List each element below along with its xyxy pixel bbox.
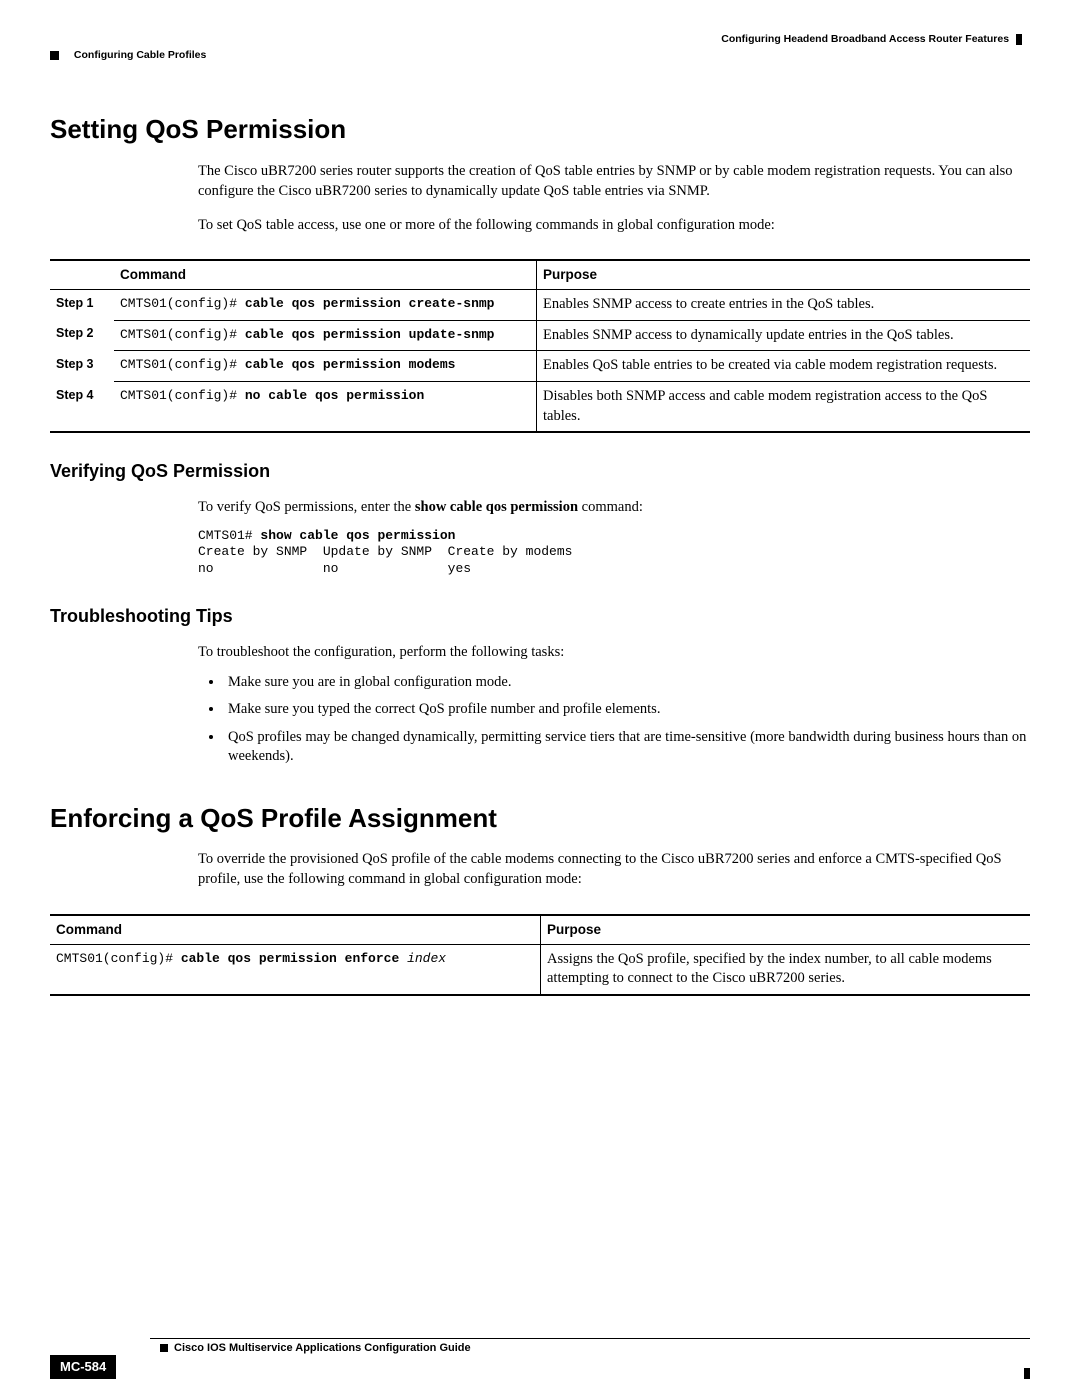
header-bar-icon [1016, 34, 1022, 45]
page-number-badge: MC-584 [50, 1355, 116, 1379]
command-cell: CMTS01(config)# cable qos permission enf… [50, 944, 541, 995]
table-row: Step 2 CMTS01(config)# cable qos permiss… [50, 320, 1030, 351]
list-item: QoS profiles may be changed dynamically,… [224, 728, 1030, 767]
para-enforce: To override the provisioned QoS profile … [198, 850, 1022, 889]
col-step [50, 260, 114, 290]
chapter-title: Configuring Headend Broadband Access Rou… [721, 33, 1009, 45]
step-label: Step 3 [50, 351, 114, 382]
step-label: Step 2 [50, 320, 114, 351]
footer-square-icon [160, 1344, 168, 1352]
code-show-qos: CMTS01# show cable qos permission Create… [198, 528, 1030, 579]
heading-verifying: Verifying QoS Permission [50, 459, 1030, 483]
step-label: Step 1 [50, 290, 114, 321]
col-purpose: Purpose [541, 915, 1031, 945]
purpose-cell: Assigns the QoS profile, specified by th… [541, 944, 1031, 995]
purpose-cell: Enables SNMP access to dynamically updat… [537, 320, 1031, 351]
para-s1-1: The Cisco uBR7200 series router supports… [198, 162, 1022, 201]
header-square-icon [50, 51, 59, 60]
list-item: Make sure you are in global configuratio… [224, 673, 1030, 693]
troubleshoot-list: Make sure you are in global configuratio… [198, 673, 1030, 767]
purpose-cell: Disables both SNMP access and cable mode… [537, 382, 1031, 433]
heading-enforcing: Enforcing a QoS Profile Assignment [50, 801, 1030, 836]
heading-troubleshooting: Troubleshooting Tips [50, 604, 1030, 628]
command-cell: CMTS01(config)# cable qos permission upd… [114, 320, 537, 351]
command-cell: CMTS01(config)# cable qos permission cre… [114, 290, 537, 321]
running-header-left: Configuring Cable Profiles [50, 48, 1030, 62]
section-title-small: Configuring Cable Profiles [74, 49, 206, 61]
command-cell: CMTS01(config)# cable qos permission mod… [114, 351, 537, 382]
para-s1-2: To set QoS table access, use one or more… [198, 216, 1022, 236]
running-header-right: Configuring Headend Broadband Access Rou… [50, 32, 1030, 46]
footer-bar-icon [1024, 1368, 1030, 1379]
table-row: Step 4 CMTS01(config)# no cable qos perm… [50, 382, 1030, 433]
col-command: Command [114, 260, 537, 290]
para-verify: To verify QoS permissions, enter the sho… [198, 498, 1022, 518]
para-trouble: To troubleshoot the configuration, perfo… [198, 643, 1022, 663]
table-qos-permission: Command Purpose Step 1 CMTS01(config)# c… [50, 259, 1030, 433]
col-command: Command [50, 915, 541, 945]
heading-setting-qos: Setting QoS Permission [50, 112, 1030, 147]
table-row: Step 3 CMTS01(config)# cable qos permiss… [50, 351, 1030, 382]
page-footer: Cisco IOS Multiservice Applications Conf… [50, 1338, 1030, 1379]
table-enforce: Command Purpose CMTS01(config)# cable qo… [50, 914, 1030, 996]
footer-guide-title: Cisco IOS Multiservice Applications Conf… [160, 1341, 471, 1356]
table-row: Step 1 CMTS01(config)# cable qos permiss… [50, 290, 1030, 321]
list-item: Make sure you typed the correct QoS prof… [224, 700, 1030, 720]
command-cell: CMTS01(config)# no cable qos permission [114, 382, 537, 433]
step-label: Step 4 [50, 382, 114, 433]
purpose-cell: Enables SNMP access to create entries in… [537, 290, 1031, 321]
purpose-cell: Enables QoS table entries to be created … [537, 351, 1031, 382]
col-purpose: Purpose [537, 260, 1031, 290]
table-row: CMTS01(config)# cable qos permission enf… [50, 944, 1030, 995]
